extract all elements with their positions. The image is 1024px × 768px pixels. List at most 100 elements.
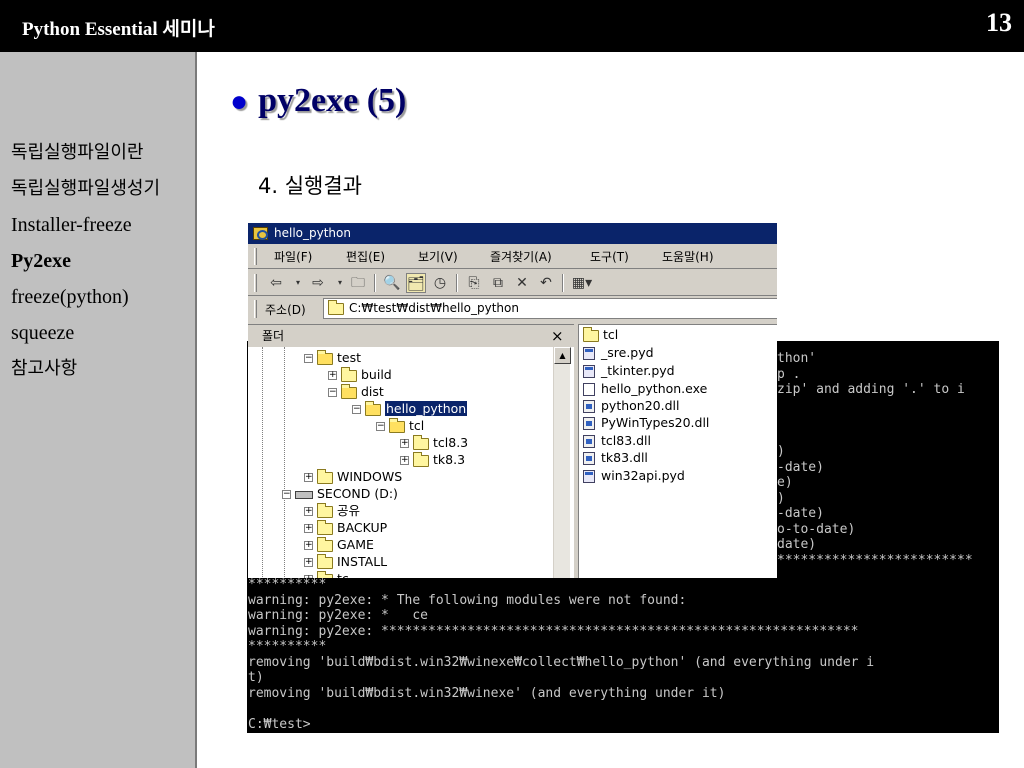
copy-to-icon[interactable]: ⧉: [488, 273, 508, 293]
expand-icon[interactable]: +: [304, 473, 313, 482]
tree-scrollbar[interactable]: ▲: [553, 347, 571, 578]
tree-node-label: WINDOWS: [337, 469, 403, 484]
search-icon[interactable]: 🔍: [382, 273, 402, 293]
folder-icon: [317, 553, 333, 569]
expand-icon[interactable]: +: [400, 439, 409, 448]
file-item-sre-pyd[interactable]: _sre.pyd: [583, 344, 654, 361]
forward-icon[interactable]: ⇨: [308, 273, 328, 293]
folder-open-icon: [365, 400, 381, 416]
sidebar-item-freeze-python[interactable]: freeze(python): [11, 284, 181, 310]
tree-node-dist[interactable]: − dist: [328, 383, 384, 400]
tree-node-tcl[interactable]: − tcl: [376, 417, 424, 434]
toolbar-grip[interactable]: [254, 274, 257, 292]
folder-icon: [413, 451, 429, 467]
tree-node-hello-python[interactable]: − hello_python: [352, 400, 468, 417]
drive-icon: [295, 490, 313, 499]
menu-view[interactable]: 보기(V): [418, 245, 458, 269]
sidebar-item-squeeze[interactable]: squeeze: [11, 320, 181, 346]
file-item-win32api-pyd[interactable]: win32api.pyd: [583, 467, 685, 484]
expand-icon[interactable]: +: [304, 541, 313, 550]
expand-icon[interactable]: +: [304, 575, 313, 578]
tree-node-second-drive[interactable]: − SECOND (D:): [282, 485, 398, 502]
folders-icon[interactable]: 🗂: [406, 273, 426, 293]
slide-subtitle: 4. 실행결과: [258, 174, 362, 198]
address-bar: 주소(D) C:₩test₩dist₩hello_python: [248, 297, 777, 321]
tree-node-tcl83[interactable]: + tcl8.3: [400, 434, 468, 451]
menu-tools[interactable]: 도구(T): [590, 245, 629, 269]
back-dropdown-icon[interactable]: ▾: [288, 273, 308, 293]
menu-favorites[interactable]: 즐겨찾기(A): [490, 245, 552, 269]
tree-node-build[interactable]: + build: [328, 366, 392, 383]
file-item-tk83-dll[interactable]: tk83.dll: [583, 449, 648, 466]
close-icon[interactable]: ×: [551, 325, 564, 347]
tree-node-label: GAME: [337, 537, 374, 552]
tree-node-windows[interactable]: + WINDOWS: [304, 468, 402, 485]
delete-icon[interactable]: ✕: [512, 273, 532, 293]
tree-node-label: INSTALL: [337, 554, 388, 569]
file-item-hello-python-exe[interactable]: hello_python.exe: [583, 380, 707, 397]
slide-title-text: py2exe (5): [258, 82, 407, 119]
file-item-pywintypes20-dll[interactable]: PyWinTypes20.dll: [583, 414, 709, 431]
collapse-icon[interactable]: −: [328, 388, 337, 397]
tree-node-install[interactable]: + INSTALL: [304, 553, 387, 570]
views-icon[interactable]: ▦▾: [568, 273, 596, 293]
dll-file-icon: [583, 400, 595, 413]
file-item-tcl83-dll[interactable]: tcl83.dll: [583, 432, 651, 449]
window-titlebar[interactable]: hello_python: [248, 223, 777, 244]
tree-node-tc[interactable]: + tc: [304, 570, 349, 578]
file-name: PyWinTypes20.dll: [601, 415, 710, 430]
folder-icon: [317, 570, 333, 578]
forward-dropdown-icon[interactable]: ▾: [330, 273, 350, 293]
menu-edit[interactable]: 편집(E): [346, 245, 385, 269]
expand-icon[interactable]: +: [304, 558, 313, 567]
pyd-file-icon: [583, 347, 595, 360]
sidebar-item-py2exe[interactable]: Py2exe: [11, 248, 181, 274]
scroll-up-icon[interactable]: ▲: [554, 347, 571, 364]
expand-icon[interactable]: +: [328, 371, 337, 380]
collapse-icon[interactable]: −: [304, 354, 313, 363]
addressbar-grip[interactable]: [254, 300, 257, 318]
menu-bar: 파일(F) 편집(E) 보기(V) 즐겨찾기(A) 도구(T) 도움말(H): [248, 245, 777, 269]
expand-icon[interactable]: +: [304, 524, 313, 533]
menu-help[interactable]: 도움말(H): [662, 245, 714, 269]
sidebar-item-installer-freeze[interactable]: Installer-freeze: [11, 212, 181, 238]
history-icon[interactable]: ◷: [430, 273, 450, 293]
sidebar-item-standalone-generators[interactable]: 독립실행파일생성기: [11, 176, 181, 202]
folder-icon: [328, 300, 344, 315]
pyd-file-icon: [583, 470, 595, 483]
address-input[interactable]: C:₩test₩dist₩hello_python: [323, 298, 777, 319]
move-to-icon[interactable]: ⎘: [464, 273, 484, 293]
slide-header: Python Essential 세미나 13: [0, 0, 1024, 52]
expand-icon[interactable]: +: [304, 507, 313, 516]
up-folder-icon[interactable]: 🗀: [348, 273, 368, 293]
tree-node-label: BACKUP: [337, 520, 388, 535]
collapse-icon[interactable]: −: [376, 422, 385, 431]
file-item-python20-dll[interactable]: python20.dll: [583, 397, 680, 414]
file-item-tcl[interactable]: tcl: [583, 326, 618, 343]
file-name: _sre.pyd: [601, 345, 654, 360]
collapse-icon[interactable]: −: [282, 490, 291, 499]
folder-tree: − test + build − dist − hello_python − tcl + t…: [248, 347, 553, 578]
folder-pane: 폴더 × − test + build − dist − hello_python − t…: [248, 324, 574, 578]
expand-icon[interactable]: +: [400, 456, 409, 465]
tree-node-test[interactable]: − test: [304, 349, 361, 366]
tree-node-shared[interactable]: + 공유: [304, 502, 360, 519]
tree-node-tk83[interactable]: + tk8.3: [400, 451, 465, 468]
presentation-title: Python Essential 세미나: [22, 19, 215, 40]
console-output: ********** warning: py2exe: * The follow…: [248, 577, 875, 732]
menubar-grip[interactable]: [254, 248, 257, 265]
tree-node-label: SECOND (D:): [317, 486, 398, 501]
collapse-icon[interactable]: −: [352, 405, 361, 414]
explorer-window[interactable]: hello_python 파일(F) 편집(E) 보기(V) 즐겨찾기(A) 도…: [248, 223, 777, 578]
menu-file[interactable]: 파일(F): [274, 245, 312, 269]
sidebar-list: 독립실행파일이란 독립실행파일생성기 Installer-freeze Py2e…: [0, 52, 195, 382]
undo-icon[interactable]: ↶: [536, 273, 556, 293]
back-icon[interactable]: ⇦: [266, 273, 286, 293]
sidebar-item-notes[interactable]: 참고사항: [11, 356, 181, 382]
tree-node-game[interactable]: + GAME: [304, 536, 374, 553]
folder-icon: [317, 536, 333, 552]
tree-node-backup[interactable]: + BACKUP: [304, 519, 387, 536]
sidebar-item-standalone-intro[interactable]: 독립실행파일이란: [11, 140, 181, 166]
file-item-tkinter-pyd[interactable]: _tkinter.pyd: [583, 362, 675, 379]
explorer-icon: [253, 227, 268, 240]
